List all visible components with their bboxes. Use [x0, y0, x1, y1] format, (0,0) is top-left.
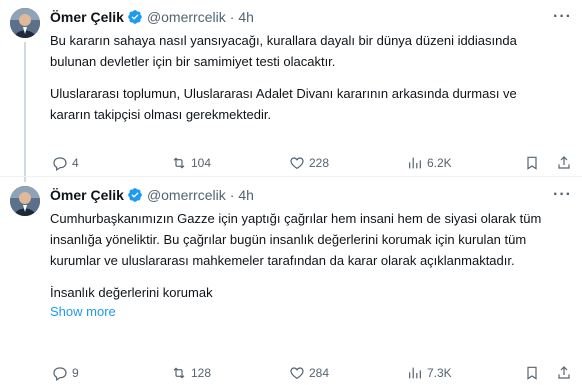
repost-count: 128 [191, 366, 212, 380]
more-icon[interactable]: ··· [553, 8, 572, 26]
share-icon [558, 366, 570, 379]
tweet-header: Ömer Çelik @omerrcelik · 4h [50, 176, 570, 206]
tweet-paragraph: Cumhurbaşkanımızın Gazze için yaptığı ça… [50, 211, 542, 268]
repost-count: 104 [191, 156, 212, 170]
tweet[interactable]: Ömer Çelik @omerrcelik · 4h ··· Cumhurba… [0, 176, 582, 385]
like-button[interactable]: 228 [289, 155, 329, 171]
action-bar: 9 128 284 7.3K [0, 361, 582, 385]
author-name[interactable]: Ömer Çelik [50, 9, 124, 25]
share-icon [558, 156, 570, 169]
repost-button[interactable]: 128 [171, 365, 211, 381]
bookmark-icon [527, 366, 537, 380]
show-more-link[interactable]: Show more [50, 303, 570, 321]
tweet-paragraph: Uluslararası toplumun, Uluslararası Adal… [50, 86, 517, 122]
views-count: 7.3K [427, 366, 452, 380]
repost-icon [173, 367, 185, 379]
views-button[interactable]: 6.2K [407, 155, 452, 171]
thread: Ömer Çelik @omerrcelik · 4h ··· Bu karar… [0, 0, 582, 385]
avatar[interactable] [10, 186, 40, 216]
avatar[interactable] [10, 8, 40, 38]
tweet-paragraph: Bu kararın sahaya nasıl yansıyacağı, kur… [50, 33, 517, 69]
views-icon [409, 367, 421, 379]
bookmark-icon [527, 156, 537, 170]
views-button[interactable]: 7.3K [407, 365, 452, 381]
share-button[interactable] [556, 365, 572, 381]
repost-icon [173, 157, 185, 169]
views-count: 6.2K [427, 156, 452, 170]
like-icon [290, 367, 304, 380]
author-handle[interactable]: @omerrcelik [147, 9, 226, 25]
tweet-text: Bu kararın sahaya nasıl yansıyacağı, kur… [50, 30, 555, 125]
reply-count: 4 [72, 156, 79, 170]
share-button[interactable] [556, 155, 572, 171]
separator-dot: · [229, 187, 235, 203]
tweet-text: Cumhurbaşkanımızın Gazze için yaptığı ça… [50, 208, 555, 303]
more-icon[interactable]: ··· [553, 186, 572, 204]
bookmark-button[interactable] [524, 365, 540, 381]
tweet-header: Ömer Çelik @omerrcelik · 4h [50, 0, 570, 28]
like-button[interactable]: 284 [289, 365, 329, 381]
reply-button[interactable]: 9 [52, 365, 79, 381]
reply-icon [53, 157, 67, 171]
timestamp[interactable]: 4h [238, 9, 254, 25]
tweet[interactable]: Ömer Çelik @omerrcelik · 4h ··· Bu karar… [0, 0, 582, 182]
like-icon [290, 157, 304, 170]
like-count: 284 [309, 366, 330, 380]
timestamp[interactable]: 4h [238, 187, 254, 203]
tweet-paragraph: İnsanlık değerlerini korumak [50, 285, 213, 300]
action-bar: 4 104 228 6.2K [0, 151, 582, 175]
like-count: 228 [309, 156, 330, 170]
author-handle[interactable]: @omerrcelik [147, 187, 226, 203]
reply-count: 9 [72, 366, 79, 380]
views-icon [409, 157, 421, 169]
reply-button[interactable]: 4 [52, 155, 79, 171]
author-name[interactable]: Ömer Çelik [50, 187, 124, 203]
verified-badge-icon [127, 9, 143, 25]
separator-dot: · [229, 9, 235, 25]
repost-button[interactable]: 104 [171, 155, 211, 171]
verified-badge-icon [127, 187, 143, 203]
bookmark-button[interactable] [524, 155, 540, 171]
reply-icon [53, 367, 67, 381]
